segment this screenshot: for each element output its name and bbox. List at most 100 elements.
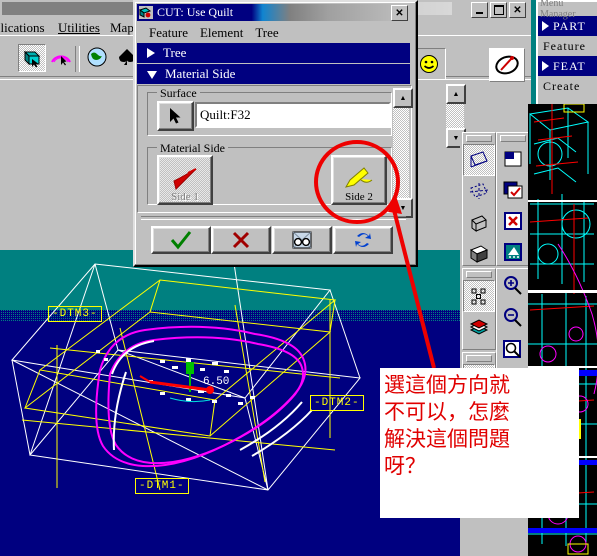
dialog-menu-tree[interactable]: Tree xyxy=(255,25,278,41)
window-delete-icon[interactable] xyxy=(498,206,528,236)
curve-icon[interactable] xyxy=(48,44,74,70)
dialog-scrollbar-track[interactable] xyxy=(393,108,409,198)
pen-annotate-glyph xyxy=(495,55,519,75)
datum-points-pattern-icon[interactable] xyxy=(463,280,495,312)
menu-manager-title: Menu Manager xyxy=(538,0,597,20)
dialog-scrollbar[interactable]: ▲ ▼ xyxy=(393,88,413,218)
dialog-menu-feature[interactable]: Feature xyxy=(149,25,188,41)
window-delete-glyph xyxy=(504,212,522,230)
zoom-area-icon[interactable] xyxy=(498,335,528,365)
close-icon: ✕ xyxy=(395,7,404,19)
window-check-icon[interactable] xyxy=(498,175,528,205)
menu-item-create[interactable]: Create xyxy=(538,76,597,96)
dialog-cancel-button[interactable] xyxy=(211,226,271,254)
close-button[interactable]: ✕ xyxy=(509,2,526,18)
menu-utilities[interactable]: Utilities xyxy=(58,20,100,36)
dialog-nav-tree-label: Tree xyxy=(163,45,187,60)
toolbar-grip-3[interactable] xyxy=(466,355,492,362)
yellow-arrow-icon xyxy=(344,167,373,188)
material-side-group-label: Material Side xyxy=(157,141,228,156)
datum-surface-icon[interactable] xyxy=(464,239,494,269)
maximize-button[interactable] xyxy=(490,2,507,18)
dimension-label: 6.50 xyxy=(203,376,229,388)
menu-manager-window: Menu Manager PART Feature FEAT Create xyxy=(536,0,597,108)
dialog-scroll-up-button[interactable]: ▲ xyxy=(393,88,413,108)
datum-tools-group xyxy=(462,132,496,266)
scroll-up-button[interactable]: ▲ xyxy=(446,84,466,104)
scrollbar-track[interactable] xyxy=(446,104,464,128)
zoom-area-glyph xyxy=(503,340,521,358)
side2-label: Side 2 xyxy=(345,191,373,203)
dialog-preview-button[interactable] xyxy=(272,226,332,254)
red-arrow-icon xyxy=(173,168,197,190)
side1-button[interactable]: Side 1 xyxy=(157,155,213,205)
green-check-icon xyxy=(170,231,192,250)
select-arrow-icon xyxy=(169,108,180,124)
annotation-line-1: 選這個方向就 xyxy=(384,373,510,397)
toolbar-grip-4[interactable] xyxy=(500,135,526,142)
datum-axis-glyph xyxy=(469,183,489,199)
dialog-menubar[interactable]: Feature Element Tree xyxy=(137,23,410,43)
toolbar-grip[interactable] xyxy=(466,135,492,142)
side2-button[interactable]: Side 2 xyxy=(331,155,387,205)
minimize-button[interactable] xyxy=(471,2,488,18)
quilt-cut-icon xyxy=(139,6,153,19)
dialog-footer-divider xyxy=(141,216,406,220)
close-icon: ✕ xyxy=(513,4,522,16)
toolbar-grip-2[interactable] xyxy=(466,271,492,278)
pen-annotate-icon[interactable] xyxy=(489,48,525,82)
maximize-icon xyxy=(493,5,504,15)
quilt-surface-icon[interactable] xyxy=(18,44,46,72)
dialog-scroll-down-button[interactable]: ▼ xyxy=(393,198,413,218)
menu-item-feat-label: FEAT xyxy=(553,58,586,73)
zoom-in-icon[interactable] xyxy=(498,271,528,301)
dialog-refresh-button[interactable] xyxy=(333,226,393,254)
dialog-close-button[interactable]: ✕ xyxy=(391,5,408,21)
layers-icon[interactable] xyxy=(464,313,494,343)
dialog-nav-material-side[interactable]: Material Side xyxy=(137,64,410,84)
surface-picker-button[interactable] xyxy=(157,101,194,131)
menu-item-feature[interactable]: Feature xyxy=(538,36,597,56)
globe-glyph xyxy=(87,47,107,67)
window-shade-glyph xyxy=(504,243,522,261)
chevron-up-icon: ▲ xyxy=(399,94,407,102)
datum-plane-glyph xyxy=(470,151,488,168)
red-x-icon xyxy=(232,231,250,249)
datum-point-icon[interactable] xyxy=(464,208,494,238)
dialog-titlebar[interactable]: CUT: Use Quilt xyxy=(137,4,410,21)
window-new-icon[interactable] xyxy=(498,144,528,174)
dialog-ok-button[interactable] xyxy=(151,226,211,254)
quilt-surface-glyph xyxy=(23,50,41,68)
pattern-layer-group xyxy=(462,268,496,350)
menu-item-feature-label: Feature xyxy=(543,38,586,53)
annotation-line-2: 不可以，怎麼 xyxy=(384,400,510,424)
chevron-down-icon: ▼ xyxy=(452,134,460,142)
globe-icon[interactable] xyxy=(84,44,110,70)
smiley-glyph xyxy=(420,55,438,73)
datum-label-dtm3: -DTM3- xyxy=(48,306,102,322)
annotation-text: 選這個方向就 不可以，怎麼 解決這個問題 呀？ xyxy=(380,368,579,480)
surface-group-label: Surface xyxy=(157,86,200,101)
main-window-controls[interactable]: ✕ xyxy=(471,2,526,18)
window-shade-icon[interactable] xyxy=(498,237,528,267)
datum-plane-icon[interactable] xyxy=(463,144,495,176)
dialog-nav-tree[interactable]: Tree xyxy=(137,43,410,63)
quilt-cut-glyph xyxy=(139,6,153,19)
dialog-menu-element[interactable]: Element xyxy=(200,25,243,41)
menu-item-part-label: PART xyxy=(553,18,586,33)
menu-item-feat[interactable]: FEAT xyxy=(538,56,597,76)
surface-value-field[interactable]: Quilt:F32 xyxy=(195,102,391,128)
zoom-out-glyph xyxy=(504,308,522,327)
annotation-textbox: 選這個方向就 不可以，怎麼 解決這個問題 呀？ xyxy=(380,368,579,518)
cut-use-quilt-dialog[interactable]: CUT: Use Quilt ✕ Feature Element Tree Tr… xyxy=(133,0,418,267)
window-check-glyph xyxy=(503,181,523,199)
menu-applications[interactable]: plications xyxy=(0,20,45,36)
datum-label-dtm2: -DTM2- xyxy=(310,395,364,411)
datum-label-dtm1: -DTM1- xyxy=(135,478,189,494)
side1-label: Side 1 xyxy=(171,191,199,203)
menu-item-create-label: Create xyxy=(543,78,581,93)
chevron-down-icon: ▼ xyxy=(399,204,407,212)
datum-axis-icon[interactable] xyxy=(464,177,494,207)
zoom-out-icon[interactable] xyxy=(498,303,528,333)
window-new-glyph xyxy=(504,151,522,167)
